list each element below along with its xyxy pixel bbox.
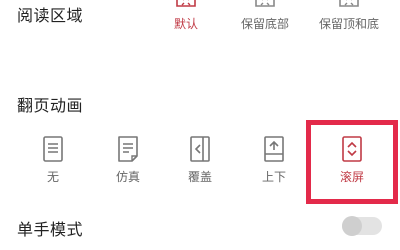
reading-area-option-label: 保留顶和底 [318,17,379,31]
reading-area-option-default[interactable]: 默认 [146,0,226,32]
one-hand-mode-toggle[interactable] [342,216,382,236]
toggle-knob [342,216,362,236]
page-animation-option-none[interactable]: 无 [13,136,93,185]
reading-area-option-keep-bottom[interactable]: 保留底部 [225,0,305,32]
page-animation-option-label: 无 [46,170,59,184]
area-default-icon [176,0,196,7]
page-animation-option-label: 上下 [261,170,286,184]
up-down-icon [264,136,284,162]
page-animation-option-cover[interactable]: 覆盖 [160,136,240,185]
reading-area-option-label: 默认 [173,17,198,31]
page-animation-option-label: 仿真 [115,170,140,184]
reading-area-title: 阅读区域 [17,6,84,25]
one-hand-mode-title: 单手模式 [17,220,84,239]
page-animation-option-simulation[interactable]: 仿真 [88,136,168,185]
page-animation-title: 翻页动画 [17,96,84,115]
area-keep-top-bottom-icon [339,0,359,7]
reading-area-option-keep-top-bottom[interactable]: 保留顶和底 [309,0,389,32]
no-animation-icon [43,136,63,162]
reading-area-option-label: 保留底部 [240,17,289,31]
page-animation-option-label: 覆盖 [187,170,212,184]
page-animation-option-up-down[interactable]: 上下 [234,136,314,185]
area-keep-bottom-icon [255,0,275,7]
cover-page-icon [190,136,210,162]
selected-highlight-box [306,120,398,204]
simulation-page-icon [118,136,138,162]
